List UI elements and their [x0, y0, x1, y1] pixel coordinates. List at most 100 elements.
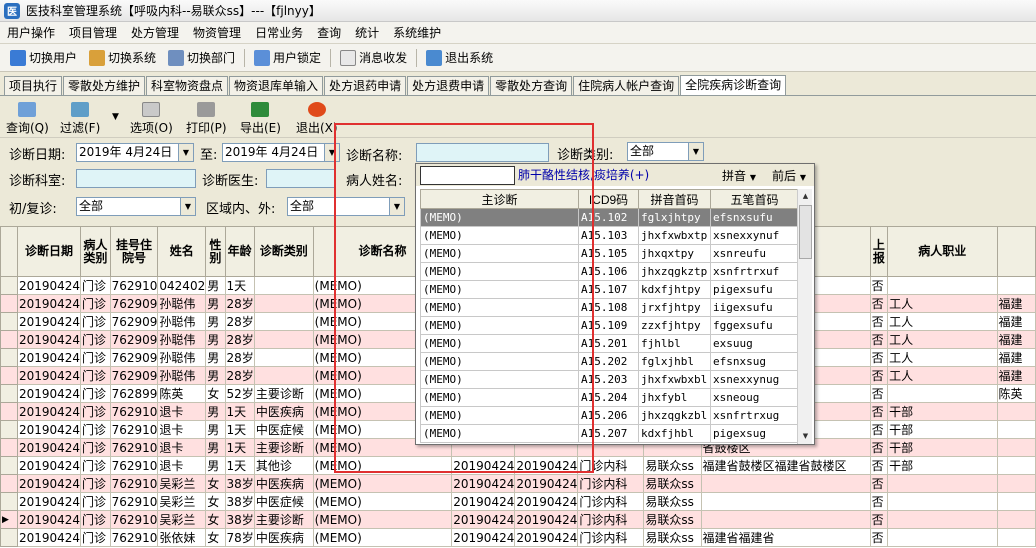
table-cell[interactable]: 陈英 [157, 384, 207, 403]
table-cell[interactable]: 中医症候 [253, 492, 314, 511]
user-lock-button[interactable]: 用户锁定 [248, 47, 327, 69]
table-cell[interactable]: 20190424 [16, 528, 82, 547]
table-cell[interactable]: 20190424 [451, 474, 516, 493]
lookup-cell[interactable]: jhxzqgkztp [638, 262, 711, 281]
table-cell[interactable] [887, 276, 998, 295]
lookup-cell[interactable]: xsnfrtrxug [710, 406, 799, 425]
row-indicator[interactable]: ▶ [0, 510, 18, 529]
table-cell[interactable] [887, 528, 998, 547]
table-cell[interactable] [996, 456, 1036, 475]
table-cell[interactable]: 28岁 [224, 348, 255, 367]
menu-daily[interactable]: 日常业务 [248, 22, 310, 44]
lookup-cell[interactable]: jrxfjhtpy [638, 298, 711, 317]
lookup-row[interactable]: (MEMO) A15.202 fglxjhbl efsnxsug [420, 352, 799, 371]
row-indicator[interactable] [0, 294, 18, 313]
lookup-cell[interactable]: pigexsug [710, 424, 799, 443]
menu-user[interactable]: 用户操作 [0, 22, 62, 44]
lookup-cell[interactable]: A15.108 [578, 298, 639, 317]
table-cell[interactable]: 20190424 [16, 402, 82, 421]
lookup-cell[interactable]: (MEMO) [420, 388, 579, 407]
lookup-cell[interactable]: xsneoug [710, 388, 799, 407]
lookup-scrollbar[interactable]: ▲ ▼ [797, 189, 812, 444]
table-cell[interactable]: 38岁 [224, 492, 255, 511]
tab-material-return[interactable]: 物资退库单输入 [229, 76, 324, 95]
row-indicator[interactable] [0, 492, 18, 511]
lookup-row[interactable]: (MEMO) A15.108 jrxfjhtpy iigexsufu [420, 298, 799, 317]
table-cell[interactable]: 762909 [109, 312, 159, 331]
table-cell[interactable]: 762910 [109, 420, 159, 439]
table-cell[interactable] [253, 312, 314, 331]
lookup-row[interactable]: (MEMO) A15.107 kdxfjhtpy pigexsufu [420, 280, 799, 299]
table-cell[interactable]: 762910 [109, 402, 159, 421]
table-cell[interactable]: 门诊 [80, 438, 111, 457]
lookup-cell[interactable]: xsnfrtrxuf [710, 262, 799, 281]
table-cell[interactable]: 女 [205, 528, 226, 547]
table-cell[interactable]: 女 [205, 510, 226, 529]
lookup-row[interactable]: (MEMO) A15.102 fglxjhtpy efsnxsufu [420, 208, 799, 227]
table-cell[interactable]: (MEMO) [312, 528, 453, 547]
table-cell[interactable]: 否 [869, 510, 889, 529]
table-cell[interactable]: 20190424 [16, 366, 82, 385]
table-cell[interactable]: 20190424 [514, 474, 579, 493]
lookup-cell[interactable]: (MEMO) [420, 352, 579, 371]
table-cell[interactable]: 042402 [157, 276, 207, 295]
lookup-cell[interactable]: (MEMO) [420, 280, 579, 299]
table-cell[interactable]: 38岁 [224, 474, 255, 493]
table-cell[interactable]: 20190424 [16, 438, 82, 457]
scroll-thumb[interactable] [799, 205, 812, 259]
col-header[interactable]: 病人类别 [80, 226, 111, 277]
table-cell[interactable]: 门诊 [80, 492, 111, 511]
table-cell[interactable]: 762909 [109, 294, 159, 313]
row-indicator[interactable] [0, 276, 18, 295]
date-to-picker[interactable]: 2019年 4月24日 ▼ [222, 143, 340, 162]
table-cell[interactable]: 20190424 [16, 420, 82, 439]
table-cell[interactable]: 易联众ss [643, 474, 702, 493]
table-cell[interactable]: 福建 [996, 366, 1036, 385]
table-cell[interactable] [700, 474, 871, 493]
table-cell[interactable]: 20190424 [16, 492, 82, 511]
table-cell[interactable] [253, 330, 314, 349]
row-indicator[interactable] [0, 402, 18, 421]
table-cell[interactable] [253, 294, 314, 313]
table-cell[interactable]: 20190424 [16, 384, 82, 403]
table-cell[interactable] [700, 510, 871, 529]
table-cell[interactable]: 1天 [224, 402, 255, 421]
table-cell[interactable]: 陈英 [996, 384, 1036, 403]
table-cell[interactable]: 28岁 [224, 366, 255, 385]
table-cell[interactable]: 孙聪伟 [157, 366, 207, 385]
table-cell[interactable]: 干部 [887, 438, 998, 457]
table-cell[interactable]: (MEMO) [312, 510, 453, 529]
table-cell[interactable]: 20190424 [514, 492, 579, 511]
filter-button[interactable]: 过滤(F) [60, 102, 100, 136]
table-cell[interactable]: 孙聪伟 [157, 294, 207, 313]
table-cell[interactable]: 门诊 [80, 384, 111, 403]
table-cell[interactable]: 中医疾病 [253, 474, 314, 493]
table-cell[interactable]: 否 [869, 366, 889, 385]
col-header[interactable] [996, 226, 1036, 277]
table-cell[interactable]: 男 [205, 420, 226, 439]
lookup-row[interactable]: (MEMO) A15.204 jhxfybl xsneoug [420, 388, 799, 407]
visit-select[interactable]: 全部 ▼ [76, 197, 196, 216]
lookup-cell[interactable]: xsnexxynuf [710, 226, 799, 245]
lookup-cell[interactable]: (MEMO) [420, 406, 579, 425]
table-cell[interactable]: 中医症候 [253, 420, 314, 439]
table-cell[interactable] [887, 474, 998, 493]
table-cell[interactable]: 福建 [996, 294, 1036, 313]
table-cell[interactable]: 门诊内科 [577, 528, 645, 547]
table-cell[interactable]: 762910 [109, 528, 159, 547]
table-cell[interactable]: 否 [869, 312, 889, 331]
table-row[interactable]: 20190424 门诊 762910 吴彩兰女 38岁 中医症候 (MEMO) 2019042… [0, 492, 1036, 511]
table-cell[interactable]: 女 [205, 474, 226, 493]
table-cell[interactable]: 20190424 [514, 456, 579, 475]
table-cell[interactable] [887, 510, 998, 529]
table-cell[interactable]: 门诊 [80, 510, 111, 529]
menu-stats[interactable]: 统计 [348, 22, 386, 44]
area-select[interactable]: 全部 ▼ [287, 197, 405, 216]
lookup-cell[interactable]: fglxjhbl [638, 352, 711, 371]
lookup-cell[interactable]: A15.103 [578, 226, 639, 245]
table-cell[interactable]: 福建省福建省 [700, 528, 871, 547]
table-cell[interactable]: 男 [205, 438, 226, 457]
row-indicator[interactable] [0, 474, 18, 493]
lookup-row[interactable]: (MEMO) A15.109 zzxfjhtpy fggexsufu [420, 316, 799, 335]
lookup-cell[interactable]: A15.202 [578, 352, 639, 371]
